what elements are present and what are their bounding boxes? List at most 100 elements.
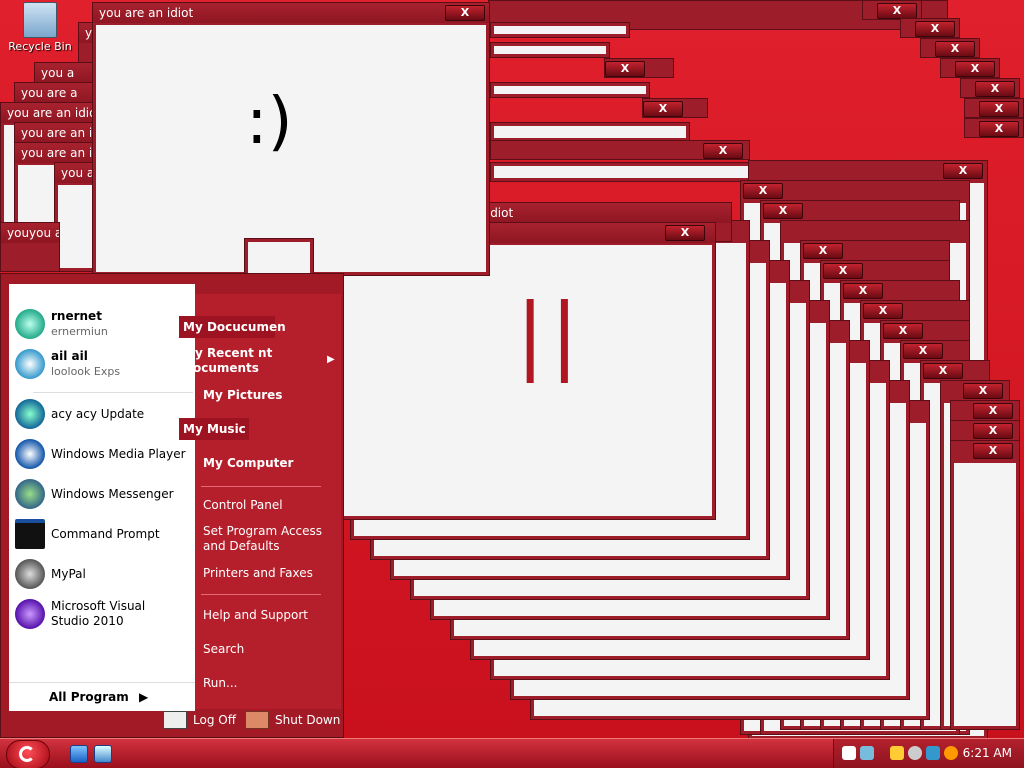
close-button[interactable]: X [923, 363, 963, 379]
popup-window[interactable]: you are an idiot X :) [92, 2, 490, 276]
popup-window[interactable]: X [642, 98, 708, 118]
popup-window[interactable]: X [900, 18, 960, 38]
popup-window[interactable] [490, 162, 760, 182]
close-button[interactable]: X [763, 203, 803, 219]
item-label: Command Prompt [51, 527, 160, 541]
shut-down-button[interactable]: Shut Down [245, 709, 340, 731]
close-button[interactable]: X [979, 101, 1019, 117]
close-button[interactable]: X [743, 183, 783, 199]
visual-studio-icon [15, 599, 45, 629]
popup-title: you are an id [15, 143, 103, 163]
popup-window[interactable]: X [950, 440, 1020, 730]
item-label: Windows Messenger [51, 487, 174, 501]
start-menu-item-internet[interactable]: rnernet ernermiun [15, 306, 191, 342]
recycle-bin[interactable]: Recycle Bin [2, 2, 78, 53]
close-button[interactable]: X [975, 81, 1015, 97]
popup-body [494, 26, 626, 34]
item-subtitle: ernermiun [51, 325, 108, 338]
popup-title: you are a [15, 83, 103, 103]
menu-printers-faxes[interactable]: Printers and Faxes [203, 566, 343, 580]
system-tray: 6:21 AM [833, 739, 1024, 768]
menu-separator [201, 486, 321, 487]
popup-body [494, 126, 686, 138]
close-button[interactable]: X [915, 21, 955, 37]
start-menu-left-panel: rnernet ernermiun ail ail loolook Exps a… [9, 284, 195, 711]
power-icon [245, 711, 269, 729]
popup-window[interactable] [490, 122, 690, 142]
popup-face: || [516, 285, 585, 383]
start-menu-item-email[interactable]: ail ail loolook Exps [15, 346, 191, 382]
start-button[interactable] [6, 740, 50, 768]
popup-window[interactable]: youyou a [0, 222, 60, 272]
popup-window[interactable] [490, 22, 630, 38]
close-button[interactable]: X [605, 61, 645, 77]
item-label: Windows Media Player [51, 447, 186, 461]
menu-my-recent-documents[interactable]: My Recent nt Documents [183, 346, 283, 376]
close-button[interactable]: X [665, 225, 705, 241]
close-button[interactable]: X [935, 41, 975, 57]
start-menu-item-command-prompt[interactable]: Command Prompt [15, 516, 191, 552]
popup-window[interactable] [490, 82, 650, 98]
close-button[interactable]: X [883, 323, 923, 339]
close-button[interactable]: X [877, 3, 917, 19]
popup-window[interactable] [490, 42, 610, 58]
close-button[interactable]: X [823, 263, 863, 279]
start-menu-item-media-player[interactable]: Windows Media Player [15, 436, 191, 472]
all-programs-button[interactable]: All Program ▶ [9, 682, 195, 710]
submenu-arrow-icon: ▶ [327, 354, 335, 365]
item-title: ail ail [51, 349, 88, 363]
popup-window[interactable]: X [604, 58, 674, 78]
taskbar: 6:21 AM [0, 738, 1024, 768]
menu-control-panel[interactable]: Control Panel [203, 498, 343, 512]
menu-my-computer[interactable]: My Computer [203, 456, 343, 470]
settings-icon[interactable] [908, 746, 922, 760]
desktop: Recycle Bin you a you a you are a you ar… [0, 0, 1024, 768]
close-button[interactable]: X [943, 163, 983, 179]
close-button[interactable]: X [973, 423, 1013, 439]
menu-run[interactable]: Run... [203, 676, 343, 690]
network-icon[interactable] [860, 746, 874, 760]
arrow-right-icon: ▶ [138, 690, 149, 704]
start-menu-item-update[interactable]: acy acy Update [15, 396, 191, 432]
close-button[interactable]: X [979, 121, 1019, 137]
menu-my-pictures[interactable]: My Pictures [203, 388, 343, 402]
item-label: acy acy Update [51, 407, 145, 421]
close-button[interactable]: X [903, 343, 943, 359]
search-icon[interactable] [944, 746, 958, 760]
popup-window[interactable]: X [960, 78, 1020, 98]
popup-window[interactable]: X [862, 0, 922, 20]
popup-window[interactable]: X [964, 98, 1024, 118]
close-button[interactable]: X [963, 383, 1003, 399]
start-menu-item-messenger[interactable]: Windows Messenger [15, 476, 191, 512]
menu-help-support[interactable]: Help and Support [203, 608, 343, 622]
show-desktop-icon[interactable] [94, 745, 112, 763]
internet-explorer-icon[interactable] [70, 745, 88, 763]
close-button[interactable]: X [843, 283, 883, 299]
menu-search[interactable]: Search [203, 642, 343, 656]
close-button[interactable]: X [643, 101, 683, 117]
help-icon[interactable] [842, 746, 856, 760]
popup-window[interactable]: X [920, 38, 980, 58]
start-menu-item-mypal[interactable]: MyPal [15, 556, 191, 592]
close-button[interactable]: X [803, 243, 843, 259]
menu-set-program-access[interactable]: Set Program Access and Defaults [203, 524, 333, 554]
close-button[interactable]: X [703, 143, 743, 159]
item-title: rnernet [51, 309, 102, 323]
popup-window[interactable]: X [490, 140, 750, 160]
shield-icon[interactable] [890, 746, 904, 760]
clock[interactable]: 6:21 AM [963, 739, 1012, 768]
close-button[interactable]: X [863, 303, 903, 319]
menu-my-documents[interactable]: My Docucumen [183, 320, 323, 334]
menu-my-music[interactable]: My Music [183, 422, 323, 436]
close-button[interactable]: X [973, 443, 1013, 459]
start-menu-item-visual-studio[interactable]: Microsoft Visual Studio 2010 [15, 596, 191, 632]
close-button[interactable]: X [955, 61, 995, 77]
media-player-icon [15, 439, 45, 469]
popup-body [494, 166, 756, 178]
popup-window[interactable]: X [964, 118, 1024, 138]
log-off-button[interactable]: Log Off [163, 709, 236, 731]
volume-icon[interactable] [926, 746, 940, 760]
popup-window[interactable]: X [940, 58, 1000, 78]
close-button[interactable]: X [445, 5, 485, 21]
close-button[interactable]: X [973, 403, 1013, 419]
